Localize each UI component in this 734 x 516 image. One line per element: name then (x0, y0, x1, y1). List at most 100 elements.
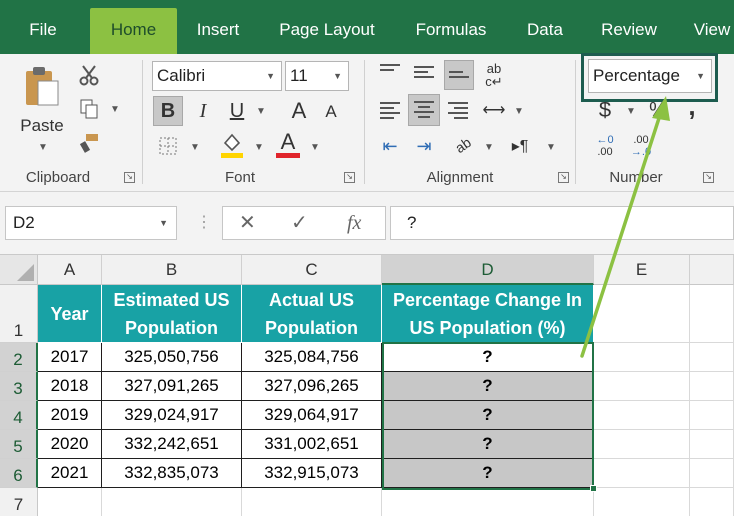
row-header-4[interactable]: 4 (0, 401, 38, 430)
estimated-cell[interactable]: 332,835,073 (102, 459, 242, 488)
format-painter-icon[interactable] (76, 130, 102, 156)
change-cell[interactable]: ? (382, 372, 594, 401)
tab-page-layout[interactable]: Page Layout (272, 0, 382, 54)
row-header-6[interactable]: 6 (0, 459, 38, 488)
tab-file[interactable]: File (22, 0, 64, 54)
year-cell[interactable]: 2019 (38, 401, 102, 430)
actual-cell[interactable]: 325,084,756 (242, 343, 382, 372)
percent-style-button[interactable]: % (646, 96, 670, 124)
column-header-a[interactable]: A (38, 255, 102, 285)
empty-cell[interactable] (594, 372, 690, 401)
font-color-dropdown-icon[interactable]: ▼ (310, 142, 320, 153)
paste-icon[interactable] (20, 64, 64, 110)
italic-button[interactable]: I (190, 96, 216, 126)
empty-cell[interactable] (690, 372, 734, 401)
actual-cell[interactable]: 332,915,073 (242, 459, 382, 488)
row-header-7[interactable]: 7 (0, 488, 38, 516)
tab-insert[interactable]: Insert (190, 0, 246, 54)
orientation-dropdown-icon[interactable]: ▼ (484, 142, 494, 153)
underline-dropdown-icon[interactable]: ▼ (256, 106, 266, 117)
empty-cell[interactable] (690, 430, 734, 459)
underline-button[interactable]: U (224, 96, 250, 126)
alignment-launcher-icon[interactable]: ↘ (558, 172, 569, 183)
estimated-cell[interactable]: 325,050,756 (102, 343, 242, 372)
align-left-icon[interactable] (380, 102, 400, 120)
estimated-cell[interactable]: 329,024,917 (102, 401, 242, 430)
borders-icon[interactable] (153, 132, 183, 160)
year-cell[interactable]: 2020 (38, 430, 102, 459)
fill-handle[interactable] (590, 485, 597, 492)
comma-style-button[interactable]: , (680, 91, 704, 121)
header-cell-year[interactable]: Year (38, 285, 102, 343)
change-cell-active[interactable]: ? (382, 343, 594, 372)
direction-dropdown-icon[interactable]: ▼ (546, 142, 556, 153)
borders-dropdown-icon[interactable]: ▼ (190, 142, 200, 153)
insert-function-icon[interactable]: fx (347, 207, 361, 239)
tab-home[interactable]: Home (90, 8, 177, 54)
bottom-align-icon[interactable] (444, 60, 474, 90)
decrease-indent-icon[interactable]: ⇤ (376, 132, 404, 160)
estimated-cell[interactable]: 327,091,265 (102, 372, 242, 401)
cut-icon[interactable] (76, 62, 102, 88)
empty-cell[interactable] (690, 285, 734, 343)
tab-view[interactable]: View (690, 0, 734, 54)
bold-button[interactable]: B (153, 96, 183, 126)
empty-cell[interactable] (594, 488, 690, 516)
tab-review[interactable]: Review (594, 0, 664, 54)
paste-button[interactable]: Paste (14, 116, 70, 136)
currency-button[interactable]: $ (592, 96, 618, 124)
change-cell[interactable]: ? (382, 430, 594, 459)
decrease-decimal-button[interactable]: .00 →.0 (626, 132, 656, 160)
empty-cell[interactable] (242, 488, 382, 516)
header-cell-actual[interactable]: Actual US Population (242, 285, 382, 343)
year-cell[interactable]: 2018 (38, 372, 102, 401)
top-align-icon[interactable] (380, 64, 400, 82)
row-header-2[interactable]: 2 (0, 343, 38, 372)
tab-data[interactable]: Data (520, 0, 570, 54)
year-cell[interactable]: 2017 (38, 343, 102, 372)
cancel-icon[interactable]: ✕ (239, 207, 256, 239)
align-right-icon[interactable] (448, 102, 468, 120)
font-size-combo[interactable]: 11 ▼ (285, 61, 349, 91)
empty-cell[interactable] (594, 459, 690, 488)
name-box[interactable]: D2 ▼ (5, 206, 177, 240)
empty-cell[interactable] (594, 343, 690, 372)
empty-cell[interactable] (594, 430, 690, 459)
merge-center-icon[interactable]: ⟷ (480, 96, 508, 124)
change-cell[interactable]: ? (382, 401, 594, 430)
paragraph-direction-icon[interactable]: ▸¶ (506, 132, 534, 160)
increase-indent-icon[interactable]: ⇥ (410, 132, 438, 160)
column-header-f[interactable] (690, 255, 734, 285)
row-header-3[interactable]: 3 (0, 372, 38, 401)
empty-cell[interactable] (690, 343, 734, 372)
copy-dropdown-icon[interactable]: ▼ (110, 104, 120, 115)
orientation-icon[interactable]: ab (442, 124, 484, 166)
formula-bar-grip-icon[interactable]: ⋮ (196, 212, 213, 232)
font-color-button[interactable]: A (274, 128, 302, 160)
enter-icon[interactable]: ✓ (291, 207, 308, 239)
empty-cell[interactable] (382, 488, 594, 516)
row-header-1[interactable]: 1 (0, 285, 38, 343)
clipboard-launcher-icon[interactable]: ↘ (124, 172, 135, 183)
empty-cell[interactable] (690, 488, 734, 516)
paste-dropdown-icon[interactable]: ▼ (38, 142, 48, 153)
actual-cell[interactable]: 329,064,917 (242, 401, 382, 430)
actual-cell[interactable]: 327,096,265 (242, 372, 382, 401)
empty-cell[interactable] (102, 488, 242, 516)
number-launcher-icon[interactable]: ↘ (703, 172, 714, 183)
tab-formulas[interactable]: Formulas (406, 0, 496, 54)
number-format-combo[interactable]: Percentage ▼ (588, 59, 712, 93)
font-launcher-icon[interactable]: ↘ (344, 172, 355, 183)
align-center-icon[interactable] (408, 94, 440, 126)
fill-color-icon[interactable] (218, 130, 246, 160)
empty-cell[interactable] (594, 285, 690, 343)
header-cell-change[interactable]: Percentage Change In US Population (%) (382, 285, 594, 343)
empty-cell[interactable] (38, 488, 102, 516)
empty-cell[interactable] (690, 401, 734, 430)
grow-font-button[interactable]: A (284, 96, 314, 126)
formula-input[interactable]: ? (390, 206, 734, 240)
actual-cell[interactable]: 331,002,651 (242, 430, 382, 459)
select-all-button[interactable] (0, 255, 38, 285)
wrap-text-icon[interactable]: ab c↵ (480, 60, 508, 90)
merge-dropdown-icon[interactable]: ▼ (514, 106, 524, 117)
